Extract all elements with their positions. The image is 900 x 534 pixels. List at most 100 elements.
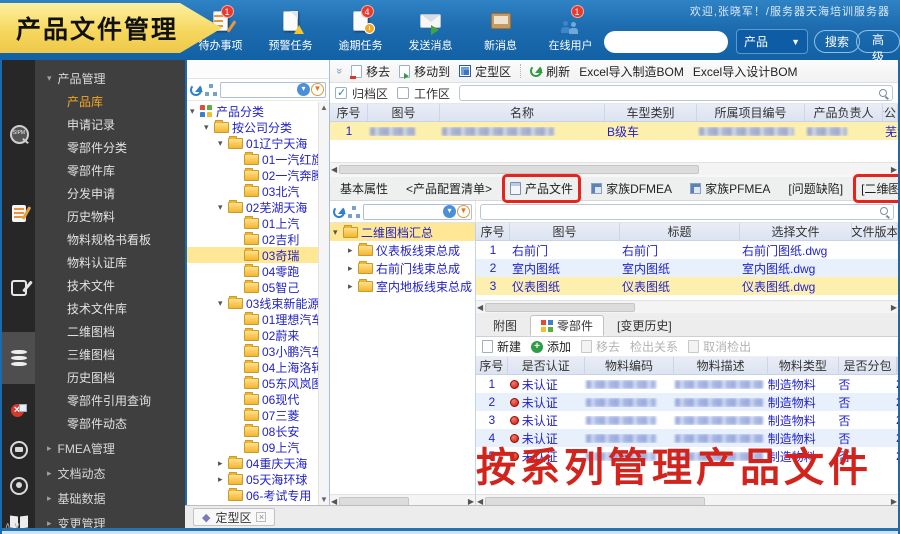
drawing-file-link[interactable]: 仪表图纸.dwg [740,278,852,295]
sidebar-item[interactable]: 技术文件 [35,275,185,298]
material-table-hscrollbar[interactable]: ◀ ▶ [476,494,898,505]
drawing-table-hscrollbar[interactable]: ◀ ▶ [476,300,898,313]
tree-filter-input[interactable] [221,83,296,96]
column-header[interactable]: 文件版本 [852,223,898,240]
detail-tab[interactable]: [问题缺陷] [788,180,843,197]
refresh-icon[interactable] [333,205,346,218]
sidebar-item[interactable]: 申请记录 [35,114,185,137]
sidebar-item[interactable]: 历史物料 [35,206,185,229]
tree-node[interactable]: 03奇瑞 [187,247,329,263]
tree-node[interactable]: 二维图档汇总 [330,223,475,241]
scroll-left-icon[interactable]: ◀ [477,303,483,312]
detail-tab[interactable]: 产品文件 [502,174,582,203]
caret-icon[interactable] [333,227,343,238]
support-icon[interactable] [2,466,35,506]
scroll-up-icon[interactable]: ▲ [320,103,328,112]
checkout-relation-button-disabled[interactable]: 检出关系 [630,338,678,355]
drawing-row[interactable]: 2 室内图纸 室内图纸 室内图纸.dwg [476,259,898,277]
sidebar-group[interactable]: ▸ 文档动态 [35,461,185,486]
sidebar-item[interactable]: 零部件动态 [35,413,185,436]
excel-import-dbom-button[interactable]: Excel导入设计BOM [693,63,798,80]
database-icon[interactable] [2,332,35,384]
sidebar-item[interactable]: 二维图档 [35,321,185,344]
tree-node[interactable]: 产品分类 [187,103,329,119]
column-header[interactable]: 分公司 [883,104,898,121]
cancel-checkout-button-disabled[interactable]: 取消检出 [688,338,751,355]
subtree-hscrollbar[interactable]: ◀ ▶ [330,494,475,505]
caret-icon[interactable] [218,458,228,469]
sidebar-item[interactable]: 技术文件库 [35,298,185,321]
collapse-chevron-icon[interactable]: » [333,68,345,74]
tree-node[interactable]: 03线束新能源 [187,295,329,311]
detail-tab[interactable]: <产品配置清单> [406,180,492,197]
column-header[interactable]: 图号 [510,223,620,240]
tree-node[interactable]: 01理想汽车 [187,311,329,327]
product-search-input[interactable] [463,87,878,99]
nav-overdue-tasks[interactable]: 4 逾期任务 [332,5,389,53]
tree-node[interactable]: 室内地板线束总成 [330,277,475,295]
detail-tab[interactable]: 家族DFMEA [591,180,672,197]
column-header[interactable]: 物料编码 [585,357,675,374]
workspace-checkbox[interactable] [397,87,410,99]
tree-node[interactable]: 04上海洛轲 [187,359,329,375]
nav-send-message[interactable]: 发送消息 [402,9,459,53]
sidebar-item[interactable]: 零部件引用查询 [35,390,185,413]
global-search-input[interactable] [604,31,728,53]
column-header[interactable]: 序号 [330,104,368,121]
advanced-search-button[interactable]: 高级 [856,30,900,64]
nav-online-users[interactable]: 1 在线用户 [542,5,599,53]
filter-icon[interactable]: ▼ [311,83,324,96]
detail-tab[interactable]: 基本属性 [340,180,388,197]
archive-checkbox[interactable] [335,86,347,99]
tree-node[interactable]: 06现代 [187,391,329,407]
tree-node[interactable]: 04零跑 [187,263,329,279]
caret-icon[interactable] [218,474,228,485]
column-header[interactable]: 车型类别 [605,104,697,121]
sidebar-group[interactable]: ▸ FMEA管理 [35,436,185,461]
tree-node[interactable]: 08长安 [187,423,329,439]
tree-node[interactable]: 01辽宁天海 [187,135,329,151]
material-row[interactable]: 1 未认证 制造物料 否 20100 [476,375,898,393]
tree-node[interactable]: 07三菱 [187,407,329,423]
detail-tab[interactable]: 家族PFMEA [690,180,770,197]
refresh-icon[interactable] [190,83,203,96]
tree-node[interactable]: 02蔚来 [187,327,329,343]
search-category-select[interactable]: 产品 ▼ [736,29,808,54]
sidebar-item[interactable]: 分发申请 [35,183,185,206]
caret-icon[interactable] [348,281,358,292]
caret-icon[interactable] [348,263,358,274]
sidebar-item[interactable]: 物料认证库 [35,252,185,275]
scroll-thumb[interactable] [339,496,410,505]
sidebar-group[interactable]: ▸ 基础数据 [35,486,185,511]
caret-icon[interactable] [190,106,200,117]
drawing-file-link[interactable]: 右前门图纸.dwg [740,242,852,259]
drawing-row[interactable]: 3 仪表图纸 仪表图纸 仪表图纸.dwg [476,277,898,295]
filter-icon[interactable]: ▼ [457,205,470,218]
column-header[interactable]: 是否认证 [508,357,585,374]
tree-node[interactable]: 01上汽 [187,215,329,231]
material-row[interactable]: 2 未认证 制造物料 否 20100 [476,393,898,411]
tree-node[interactable]: 05东风岚图 [187,375,329,391]
hierarchy-icon[interactable] [205,83,217,96]
sidebar-item[interactable]: 零部件库 [35,160,185,183]
add-button[interactable]: + 添加 [531,338,571,355]
search-icon[interactable] [879,206,890,217]
tree-node[interactable]: 02吉利 [187,231,329,247]
column-header[interactable]: 图号 [368,104,440,121]
refresh-button[interactable]: 刷新 [530,63,570,80]
scroll-left-icon[interactable]: ◀ [331,165,337,174]
sidebar-group-product-mgmt[interactable]: ▾ 产品管理 [35,66,185,91]
scroll-thumb[interactable] [485,496,706,505]
hierarchy-icon[interactable] [348,205,360,218]
scroll-left-icon[interactable]: ◀ [331,497,337,506]
checklist-icon[interactable] [2,193,35,233]
nav-new-message[interactable]: 新消息 [472,9,529,53]
tabs-overflow-chevron-icon[interactable]: » [883,185,895,191]
sipm-search-icon[interactable] [2,112,35,152]
tree-node[interactable]: 仪表板线束总成 [330,241,475,259]
column-header[interactable]: 是否分包 [839,357,897,374]
part-tab[interactable]: 零部件 [530,315,605,336]
material-row[interactable]: 3 未认证 制造物料 否 20100 [476,411,898,429]
tree-node[interactable]: 09上汽 [187,439,329,455]
tree-node[interactable]: 按公司分类 [187,119,329,135]
